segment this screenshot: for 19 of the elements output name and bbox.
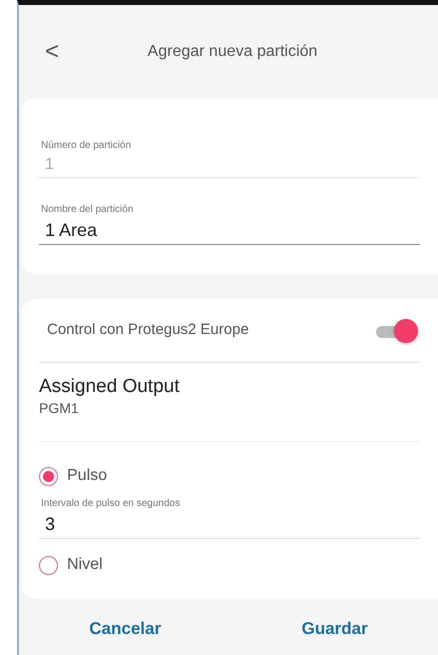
toggle-switch[interactable] (376, 318, 420, 342)
page-title: Agregar nueva partición (146, 42, 318, 62)
section-title: Assigned Output (39, 377, 180, 398)
radio-icon[interactable] (39, 466, 58, 486)
input-field[interactable]: 3 (39, 511, 420, 539)
radio-icon[interactable] (39, 556, 58, 574)
radio-label: Nivel (67, 555, 103, 575)
output-value: PGM1 (39, 398, 80, 418)
radio-label: Pulso (67, 466, 108, 486)
radio-option[interactable]: Nivel (39, 553, 103, 577)
save-button[interactable]: Guardar (296, 615, 374, 642)
radio-option[interactable]: Pulso (39, 464, 108, 488)
field-label: Nombre del partición (41, 203, 134, 217)
back-button[interactable]: < (37, 34, 67, 70)
input-field[interactable]: 1 Area (39, 217, 420, 245)
toggle-label: Control con Protegus2 Europe (47, 320, 249, 340)
field-label: Intervalo de pulso en segundos (41, 497, 181, 511)
field-label: Número de partición (41, 139, 132, 153)
cancel-button[interactable]: Cancelar (83, 615, 168, 642)
